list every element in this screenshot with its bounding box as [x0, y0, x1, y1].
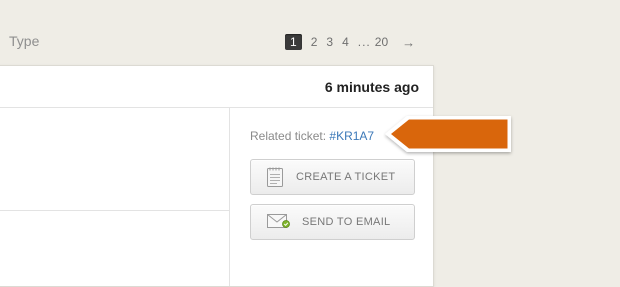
card-header: 6 minutes ago: [0, 66, 433, 108]
send-to-email-label: SEND TO EMAIL: [302, 216, 391, 228]
related-ticket-label: Related ticket:: [250, 129, 327, 143]
card-content-area: [0, 108, 229, 211]
type-filter-label[interactable]: Type: [9, 33, 39, 49]
send-to-email-button[interactable]: SEND TO EMAIL: [250, 204, 415, 240]
pagination: 1 2 3 4 ... 20 →: [285, 34, 415, 50]
envelope-icon: [267, 212, 291, 235]
page-link-4[interactable]: 4: [342, 35, 349, 49]
page-link-last[interactable]: 20: [375, 35, 388, 49]
notepad-icon: [267, 167, 283, 192]
page-current[interactable]: 1: [285, 34, 302, 50]
next-page-arrow-icon[interactable]: →: [402, 35, 415, 50]
create-ticket-label: CREATE A TICKET: [296, 171, 396, 183]
create-ticket-button[interactable]: CREATE A TICKET: [250, 159, 415, 195]
timestamp: 6 minutes ago: [324, 79, 419, 95]
page-link-2[interactable]: 2: [311, 35, 318, 49]
pagination-ellipsis: ...: [357, 35, 371, 49]
page-link-3[interactable]: 3: [326, 35, 333, 49]
related-ticket: Related ticket: #KR1A7: [250, 129, 374, 143]
orange-arrow-callout-icon: [383, 113, 515, 157]
activity-card: 6 minutes ago Related ticket: #KR1A7 CRE…: [0, 65, 434, 287]
related-ticket-link[interactable]: #KR1A7: [329, 129, 374, 143]
